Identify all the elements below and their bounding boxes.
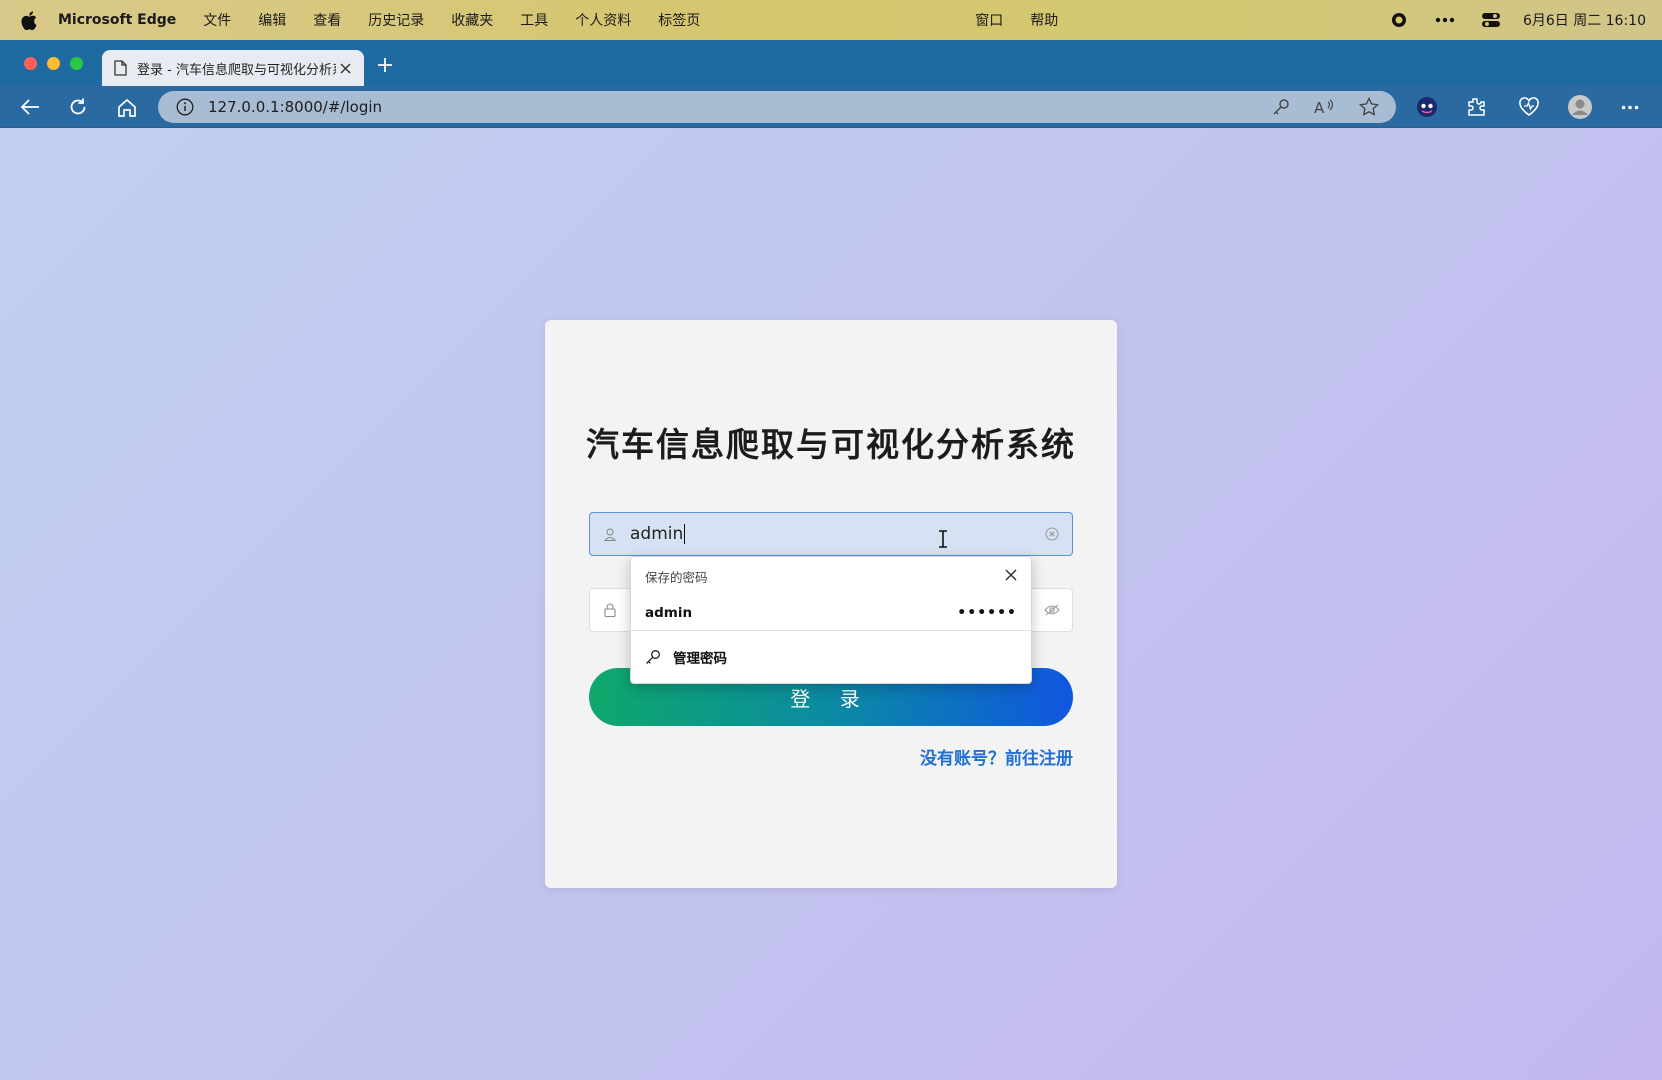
zoom-window-button[interactable]: [70, 57, 83, 70]
popup-header: 保存的密码: [631, 557, 1031, 595]
tab-title: 登录 - 汽车信息爬取与可视化分析系统: [137, 62, 336, 78]
extensions-icon[interactable]: [1462, 94, 1490, 120]
home-icon[interactable]: [113, 94, 141, 120]
reload-icon[interactable]: [64, 94, 92, 120]
menu-file[interactable]: 文件: [203, 10, 231, 30]
tab-close-icon[interactable]: [336, 59, 354, 77]
tab-strip: 登录 - 汽车信息爬取与可视化分析系统: [0, 40, 1662, 86]
tab-login[interactable]: 登录 - 汽车信息爬取与可视化分析系统: [102, 50, 364, 86]
password-key-icon[interactable]: [1266, 94, 1296, 120]
username-input[interactable]: admin: [630, 524, 1032, 544]
text-cursor-icon: [939, 530, 947, 548]
menu-edit[interactable]: 编辑: [258, 10, 286, 30]
menu-window[interactable]: 窗口: [975, 10, 1003, 30]
popup-close-icon[interactable]: [1005, 568, 1017, 584]
more-icon[interactable]: [1435, 10, 1455, 30]
menu-favorites[interactable]: 收藏夹: [451, 10, 493, 30]
new-tab-button[interactable]: [372, 52, 398, 78]
lock-icon: [590, 589, 630, 631]
browser-essentials-icon[interactable]: [1515, 94, 1543, 120]
minimize-window-button[interactable]: [47, 57, 60, 70]
settings-more-icon[interactable]: [1616, 94, 1644, 120]
svg-text:A: A: [1314, 99, 1325, 116]
clear-input-icon[interactable]: [1032, 513, 1072, 555]
copilot-extension-icon[interactable]: [1413, 94, 1441, 120]
browser-toolbar: 127.0.0.1:8000/#/login A: [0, 86, 1662, 128]
key-icon: [646, 650, 660, 664]
toggle-visibility-icon[interactable]: [1032, 589, 1072, 631]
menubar-clock[interactable]: 6月6日 周二 16:10: [1523, 10, 1646, 30]
read-aloud-icon[interactable]: A: [1310, 94, 1340, 120]
menu-tabs[interactable]: 标签页: [658, 10, 700, 30]
profile-avatar[interactable]: [1566, 94, 1594, 120]
user-icon: [590, 513, 630, 555]
saved-credential-item[interactable]: admin ••••••: [631, 595, 1031, 631]
page-icon: [114, 60, 127, 76]
url-text[interactable]: 127.0.0.1:8000/#/login: [208, 98, 382, 116]
site-info-icon[interactable]: [176, 98, 194, 116]
saved-password-mask: ••••••: [957, 604, 1017, 621]
manage-passwords-label: 管理密码: [673, 651, 727, 667]
menu-help[interactable]: 帮助: [1030, 10, 1058, 30]
username-field[interactable]: admin: [589, 512, 1073, 556]
text-caret: [684, 524, 686, 544]
manage-passwords-item[interactable]: 管理密码: [631, 631, 1031, 683]
menu-tools[interactable]: 工具: [520, 10, 548, 30]
favorite-star-icon[interactable]: [1354, 94, 1384, 120]
menu-app-name[interactable]: Microsoft Edge: [58, 12, 176, 28]
system-title: 汽车信息爬取与可视化分析系统: [586, 425, 1076, 464]
close-window-button[interactable]: [24, 57, 37, 70]
saved-username: admin: [645, 604, 693, 621]
saved-password-popup: 保存的密码 admin •••••• 管理密码: [630, 556, 1032, 684]
apple-menu-icon[interactable]: [0, 10, 58, 30]
record-icon[interactable]: [1389, 10, 1409, 30]
macos-menubar: Microsoft Edge 文件 编辑 查看 历史记录 收藏夹 工具 个人资料…: [0, 0, 1662, 40]
menu-view[interactable]: 查看: [313, 10, 341, 30]
back-icon[interactable]: [16, 94, 44, 120]
window-controls: [24, 57, 83, 70]
address-bar[interactable]: 127.0.0.1:8000/#/login A: [158, 91, 1396, 123]
register-link[interactable]: 没有账号？前往注册: [920, 744, 1073, 769]
username-value: admin: [630, 524, 684, 544]
popup-title: 保存的密码: [645, 569, 708, 585]
menu-profile[interactable]: 个人资料: [575, 10, 631, 30]
menu-history[interactable]: 历史记录: [368, 10, 424, 30]
web-page: 汽车信息爬取与可视化分析系统 admin 登 录 没有账号？前往注册 保存的密码: [0, 128, 1662, 1080]
control-center-icon[interactable]: [1481, 10, 1501, 30]
